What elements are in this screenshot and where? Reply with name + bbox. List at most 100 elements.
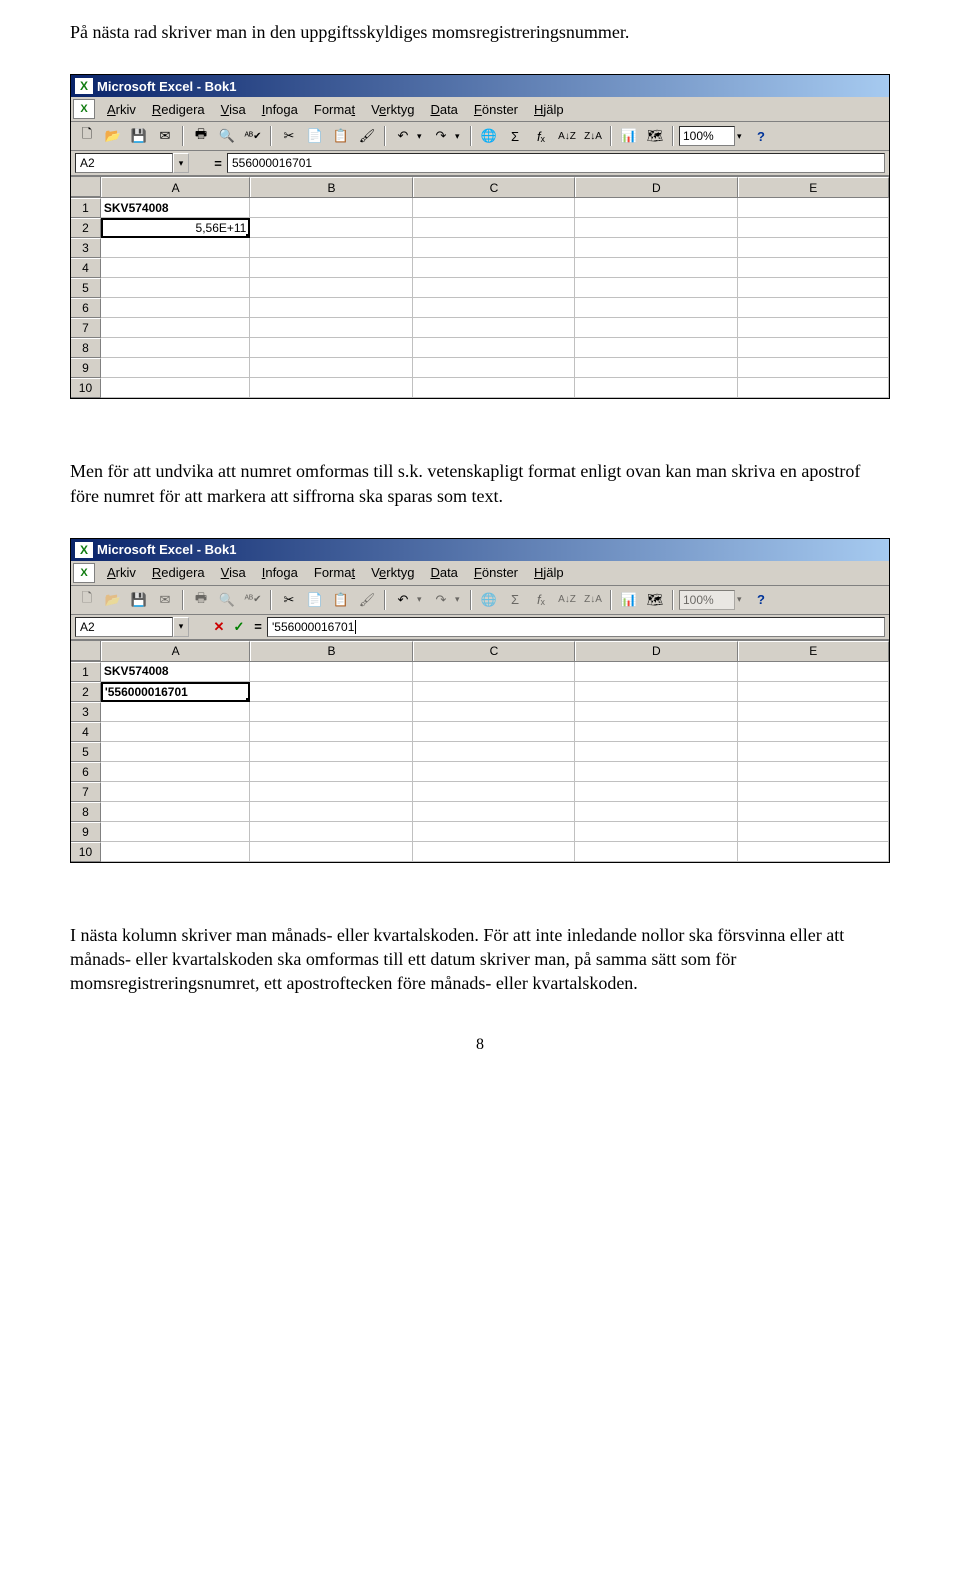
cell-a1[interactable]: SKV574008 <box>101 198 250 218</box>
cancel-icon[interactable]: ✕ <box>209 618 229 636</box>
select-all-corner[interactable] <box>71 641 101 661</box>
cell-c2[interactable] <box>413 682 575 702</box>
zoom-dropdown-icon[interactable]: ▾ <box>737 131 747 142</box>
cell-a2[interactable]: 5,56E+11 <box>101 218 250 238</box>
name-box[interactable]: A2 <box>75 617 173 637</box>
menu-visa[interactable]: Visa <box>213 100 254 119</box>
cell-c1[interactable] <box>413 662 575 682</box>
autosum-icon[interactable]: Σ <box>503 124 527 148</box>
paste-icon[interactable]: 📋 <box>329 588 353 612</box>
format-painter-icon[interactable]: 🖌 <box>355 124 379 148</box>
paste-icon[interactable]: 📋 <box>329 124 353 148</box>
menu-data[interactable]: Data <box>422 100 465 119</box>
cell-c1[interactable] <box>413 198 575 218</box>
save-icon[interactable]: 💾 <box>127 124 151 148</box>
cell-a1[interactable]: SKV574008 <box>101 662 250 682</box>
mail-icon[interactable]: ✉ <box>153 124 177 148</box>
open-icon[interactable]: 📂 <box>101 124 125 148</box>
drawing-icon[interactable]: 🗺 <box>643 124 667 148</box>
undo-icon[interactable]: ↶ <box>391 124 415 148</box>
redo-icon[interactable]: ↷ <box>429 124 453 148</box>
menu-fonster[interactable]: Fönster <box>466 100 526 119</box>
cell-d2[interactable] <box>575 682 737 702</box>
print-preview-icon[interactable]: 🔍 <box>215 124 239 148</box>
row-header-6[interactable]: 6 <box>71 298 101 318</box>
cut-icon[interactable]: ✂ <box>277 588 301 612</box>
row-header-4[interactable]: 4 <box>71 258 101 278</box>
copy-icon[interactable]: 📄 <box>303 588 327 612</box>
cell-d1[interactable] <box>575 662 737 682</box>
col-header-d[interactable]: D <box>575 641 737 661</box>
menu-redigera[interactable]: Redigera <box>144 100 213 119</box>
menu-format[interactable]: Format <box>306 100 363 119</box>
row-header-10[interactable]: 10 <box>71 842 101 862</box>
col-header-b[interactable]: B <box>250 177 412 197</box>
cell-e2[interactable] <box>738 218 889 238</box>
hyperlink-icon[interactable]: 🌐 <box>477 124 501 148</box>
chart-icon[interactable]: 📊 <box>617 124 641 148</box>
row-header-10[interactable]: 10 <box>71 378 101 398</box>
formula-input[interactable]: 556000016701 <box>227 153 885 173</box>
menu-hjalp[interactable]: Hjälp <box>526 100 572 119</box>
menu-visa[interactable]: Visa <box>213 563 254 582</box>
help-icon[interactable]: ? <box>749 588 773 612</box>
row-header-1[interactable]: 1 <box>71 198 101 218</box>
cell-c2[interactable] <box>413 218 575 238</box>
menu-infoga[interactable]: Infoga <box>254 563 306 582</box>
menu-data[interactable]: Data <box>422 563 465 582</box>
row-header-7[interactable]: 7 <box>71 318 101 338</box>
undo-dropdown-icon[interactable]: ▾ <box>417 131 427 142</box>
menu-format[interactable]: Format <box>306 563 363 582</box>
cell-e1[interactable] <box>738 662 889 682</box>
row-header-6[interactable]: 6 <box>71 762 101 782</box>
row-header-8[interactable]: 8 <box>71 338 101 358</box>
undo-icon[interactable]: ↶ <box>391 588 415 612</box>
cell-b2[interactable] <box>250 682 412 702</box>
menu-arkiv[interactable]: Arkiv <box>99 100 144 119</box>
cut-icon[interactable]: ✂ <box>277 124 301 148</box>
cell-d2[interactable] <box>575 218 737 238</box>
col-header-c[interactable]: C <box>413 177 575 197</box>
spellcheck-icon[interactable]: ᴬᴮ✔ <box>241 124 265 148</box>
row-header-4[interactable]: 4 <box>71 722 101 742</box>
drawing-icon[interactable]: 🗺 <box>643 588 667 612</box>
redo-dropdown-icon[interactable]: ▾ <box>455 131 465 142</box>
cell-b1[interactable] <box>250 662 412 682</box>
cell-e1[interactable] <box>738 198 889 218</box>
save-icon[interactable]: 💾 <box>127 588 151 612</box>
menu-infoga[interactable]: Infoga <box>254 100 306 119</box>
print-icon[interactable]: 🖶 <box>189 124 213 148</box>
col-header-e[interactable]: E <box>738 641 889 661</box>
row-header-5[interactable]: 5 <box>71 742 101 762</box>
cell-b2[interactable] <box>250 218 412 238</box>
sort-asc-icon[interactable]: A↓Z <box>555 124 579 148</box>
name-box-dropdown-icon[interactable]: ▾ <box>173 153 189 173</box>
menu-fonster[interactable]: Fönster <box>466 563 526 582</box>
chart-icon[interactable]: 📊 <box>617 588 641 612</box>
copy-icon[interactable]: 📄 <box>303 124 327 148</box>
row-header-2[interactable]: 2 <box>71 218 101 238</box>
cell-a2[interactable]: '556000016701 <box>101 682 250 702</box>
row-header-9[interactable]: 9 <box>71 822 101 842</box>
cell-b1[interactable] <box>250 198 412 218</box>
sort-desc-icon[interactable]: Z↓A <box>581 124 605 148</box>
formula-input[interactable]: '556000016701 <box>267 617 885 637</box>
col-header-a[interactable]: A <box>101 177 250 197</box>
row-header-7[interactable]: 7 <box>71 782 101 802</box>
col-header-d[interactable]: D <box>575 177 737 197</box>
col-header-a[interactable]: A <box>101 641 250 661</box>
menu-redigera[interactable]: Redigera <box>144 563 213 582</box>
cell-d1[interactable] <box>575 198 737 218</box>
function-icon[interactable]: fₓ <box>529 124 553 148</box>
name-box-dropdown-icon[interactable]: ▾ <box>173 617 189 637</box>
menu-verktyg[interactable]: Verktyg <box>363 100 422 119</box>
row-header-1[interactable]: 1 <box>71 662 101 682</box>
menu-arkiv[interactable]: Arkiv <box>99 563 144 582</box>
menu-verktyg[interactable]: Verktyg <box>363 563 422 582</box>
menu-hjalp[interactable]: Hjälp <box>526 563 572 582</box>
row-header-5[interactable]: 5 <box>71 278 101 298</box>
row-header-2[interactable]: 2 <box>71 682 101 702</box>
select-all-corner[interactable] <box>71 177 101 197</box>
cell-e2[interactable] <box>738 682 889 702</box>
col-header-b[interactable]: B <box>250 641 412 661</box>
